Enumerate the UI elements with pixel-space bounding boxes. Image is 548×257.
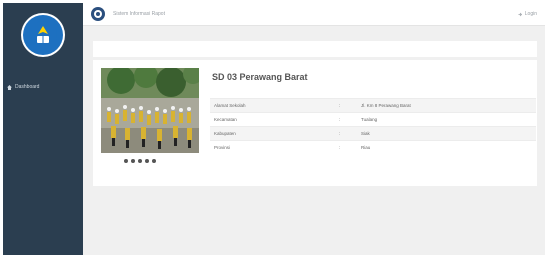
table-row: Provinsi : Riau <box>210 140 536 155</box>
app-window: Dashboard Sistem Informasi Rapot Login S… <box>3 3 545 255</box>
field-value: Siak <box>357 126 536 141</box>
tut-wuri-logo[interactable] <box>21 12 65 57</box>
field-label: Provinsi <box>210 140 335 155</box>
field-label: Kecamatan <box>210 112 335 127</box>
app-title: Sistem Informasi Rapot <box>113 11 165 17</box>
school-profile-card: SD 03 Perawang Barat Alamat Sekolah : Jl… <box>93 60 537 186</box>
carousel-dot[interactable] <box>152 159 156 163</box>
login-link[interactable]: Login <box>518 11 537 17</box>
sidebar-nav: Dashboard <box>3 80 83 94</box>
table-row: Alamat Sekolah : Jl. Km 8 Perawang Barat <box>210 98 536 113</box>
school-photo[interactable] <box>101 68 199 153</box>
field-separator: : <box>335 140 357 155</box>
carousel-dot[interactable] <box>145 159 149 163</box>
table-row: Kabupaten : Siak <box>210 126 536 141</box>
field-value: Riau <box>357 140 536 155</box>
carousel-dot[interactable] <box>124 159 128 163</box>
sidebar-item-dashboard[interactable]: Dashboard <box>3 80 83 94</box>
content-header-strip <box>93 41 537 57</box>
field-label: Kabupaten <box>210 126 335 141</box>
sidebar-item-label: Dashboard <box>15 84 40 90</box>
logo-emblem-icon <box>23 14 63 55</box>
field-separator: : <box>335 98 357 113</box>
carousel-dot[interactable] <box>131 159 135 163</box>
school-info-table: Alamat Sekolah : Jl. Km 8 Perawang Barat… <box>210 98 536 155</box>
sign-in-icon <box>518 12 523 17</box>
table-row: Kecamatan : Tualang <box>210 112 536 127</box>
login-label: Login <box>524 11 537 17</box>
sidebar: Dashboard <box>3 3 83 255</box>
field-separator: : <box>335 126 357 141</box>
school-name: SD 03 Perawang Barat <box>212 72 308 82</box>
field-label: Alamat Sekolah <box>210 98 335 113</box>
field-value: Tualang <box>357 112 536 127</box>
home-icon <box>7 84 12 90</box>
main-area: Sistem Informasi Rapot Login SD 03 Peraw… <box>83 3 545 255</box>
field-value: Jl. Km 8 Perawang Barat <box>357 98 536 113</box>
carousel-indicators <box>124 159 156 163</box>
sidebar-logo-area <box>3 3 83 66</box>
carousel-dot[interactable] <box>138 159 142 163</box>
top-bar: Sistem Informasi Rapot Login <box>83 3 545 26</box>
field-separator: : <box>335 112 357 127</box>
app-logo-icon[interactable] <box>91 7 105 21</box>
